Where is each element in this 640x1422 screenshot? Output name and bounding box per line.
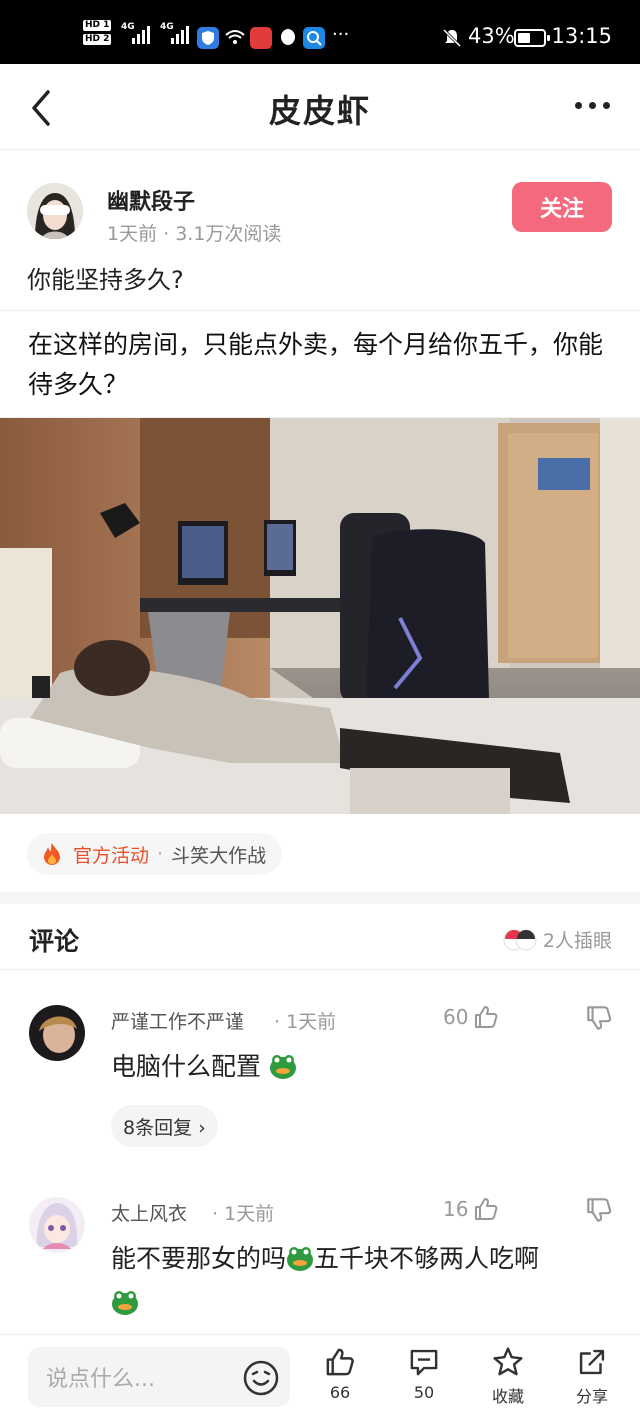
- share-label: 分享: [575, 1387, 608, 1406]
- comment-like-button[interactable]: 16: [443, 1195, 500, 1223]
- thumbs-down-icon[interactable]: [584, 1195, 614, 1225]
- comment-body: 电脑什么配置: [111, 1052, 262, 1081]
- clock: 13:15: [551, 24, 612, 48]
- hd1-badge: HD 1: [83, 20, 112, 31]
- section-divider: [0, 892, 640, 904]
- comment-text: 能不要那女的吗 五千块不够两人吃啊: [111, 1237, 611, 1325]
- commenter-name[interactable]: 严谨工作不严谨: [111, 1007, 244, 1034]
- search-app-icon: [303, 27, 325, 49]
- comment-body-cont: 五千块不够两人吃啊: [314, 1244, 540, 1273]
- commenter-avatar[interactable]: [29, 1005, 85, 1061]
- thumbs-up-icon: [475, 1198, 498, 1220]
- bottom-action-bar: 说点什么... 66 50 收藏 分享: [0, 1334, 640, 1422]
- activity-separator: ·: [157, 843, 164, 865]
- post-photo[interactable]: [0, 418, 640, 814]
- commenter-name[interactable]: 太上风衣: [111, 1199, 187, 1226]
- frog-emoji-icon: [112, 1291, 138, 1315]
- shield-icon: [197, 27, 219, 49]
- share-button[interactable]: 分享: [562, 1345, 622, 1407]
- app-title: 皮皮虾: [268, 92, 371, 130]
- comments-header: 评论 2人插眼: [0, 904, 640, 970]
- frog-emoji-icon: [287, 1247, 314, 1271]
- comment-body: 能不要那女的吗: [111, 1244, 287, 1273]
- qq-icon: [281, 29, 295, 45]
- hd-indicators: HD 1 HD 2: [83, 20, 112, 48]
- more-notifications: ···: [332, 24, 350, 45]
- follow-button[interactable]: 关注: [512, 182, 612, 232]
- comment-like-button[interactable]: 60: [443, 1003, 500, 1031]
- activity-name: 斗笑大作战: [171, 844, 267, 867]
- post-title: 你能坚持多久?: [27, 266, 184, 294]
- author-avatar[interactable]: [27, 183, 83, 239]
- comment-text: 电脑什么配置: [111, 1045, 611, 1089]
- app-red-icon: [250, 27, 272, 49]
- activity-tag[interactable]: 官方活动 · 斗笑大作战: [27, 833, 283, 875]
- comment-button[interactable]: 50: [394, 1345, 454, 1402]
- mute-bell-icon: [442, 28, 462, 48]
- eye-reactions[interactable]: 2人插眼: [503, 926, 612, 953]
- favorite-button[interactable]: 收藏: [478, 1345, 538, 1407]
- author-name[interactable]: 幽默段子: [107, 184, 195, 216]
- star-icon: [493, 1347, 523, 1376]
- battery-icon: [514, 29, 550, 47]
- post-meta: 1天前 · 3.1万次阅读: [107, 223, 282, 245]
- reactions-count: 2人插眼: [542, 930, 612, 952]
- comment-like-count: 16: [443, 1197, 469, 1221]
- thumbs-down-icon[interactable]: [584, 1003, 614, 1033]
- signal-icon: [132, 26, 150, 44]
- comment-count: 50: [413, 1383, 435, 1402]
- battery-percent: 43%: [468, 24, 515, 48]
- signal-icon-2: [171, 26, 189, 44]
- comments-label: 评论: [29, 927, 80, 956]
- like-count: 66: [329, 1383, 351, 1402]
- comment-time: · 1天前: [274, 1011, 337, 1033]
- favorite-label: 收藏: [491, 1387, 524, 1406]
- post-caption: 在这样的房间，只能点外卖，每个月给你五千，你能待多久？: [0, 310, 640, 418]
- hd2-badge: HD 2: [83, 34, 112, 45]
- comment-time: · 1天前: [212, 1203, 275, 1225]
- status-bar: HD 1 HD 2 4G 4G ··· 43% 13:15: [0, 0, 640, 64]
- eyes-icon: [503, 929, 537, 950]
- thumbs-up-icon: [475, 1006, 498, 1028]
- like-button[interactable]: 66: [310, 1345, 370, 1402]
- view-replies-button[interactable]: 8条回复 ›: [111, 1105, 218, 1147]
- nav-bar: 皮皮虾: [0, 64, 640, 150]
- comment-bubble-icon: [410, 1349, 438, 1376]
- share-icon: [579, 1349, 605, 1375]
- wifi-icon: [225, 30, 245, 44]
- commenter-avatar[interactable]: [29, 1197, 85, 1253]
- comment-like-count: 60: [443, 1005, 469, 1029]
- activity-type: 官方活动: [73, 844, 150, 867]
- emoji-picker-icon[interactable]: [242, 1359, 280, 1397]
- more-menu-icon[interactable]: [575, 102, 610, 109]
- thumbs-up-icon: [326, 1348, 354, 1376]
- frog-emoji-icon: [269, 1055, 296, 1079]
- fire-icon: [44, 843, 60, 865]
